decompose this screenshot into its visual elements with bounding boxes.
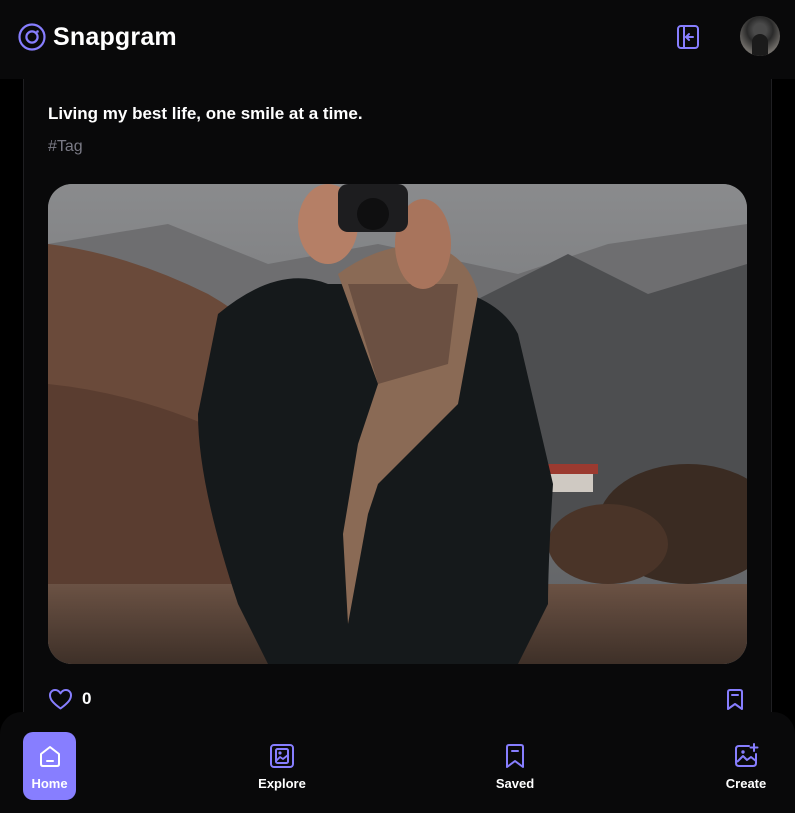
bookmark-icon [506,743,524,768]
post-photo-illustration [48,184,747,664]
user-avatar[interactable] [740,16,780,56]
like-section: 0 [48,687,91,711]
logout-icon[interactable] [673,22,703,52]
nav-item-home[interactable]: Home [23,732,76,800]
nav-label-saved: Saved [495,775,535,791]
nav-label-create: Create [725,775,767,791]
like-count: 0 [82,689,92,708]
app-name: Snapgram [53,22,177,51]
gallery-icon [270,743,294,768]
nav-item-explore[interactable]: Explore [242,732,322,800]
heart-icon[interactable] [48,687,73,711]
add-image-icon [735,742,759,767]
nav-item-saved[interactable]: Saved [475,732,555,800]
nav-item-create[interactable]: Create [706,732,786,800]
app-logo[interactable]: Snapgram [17,22,177,52]
home-icon [39,745,60,767]
top-bar: Snapgram [0,0,795,79]
post-caption: Living my best life, one smile at a time… [48,104,363,123]
bookmark-icon[interactable] [723,688,747,712]
post-photo[interactable] [48,184,747,664]
nav-label-explore: Explore [258,775,306,791]
post-tag[interactable]: #Tag [48,138,83,156]
snapgram-logo-icon [18,23,46,51]
bottom-navigation: Home Explore Saved Create [0,712,795,813]
nav-label-home: Home [31,775,68,791]
